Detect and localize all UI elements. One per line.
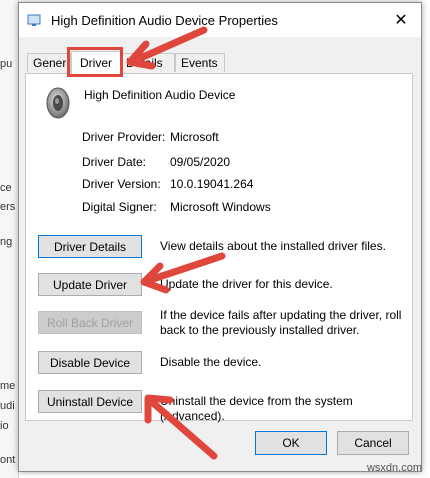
bg-fragment: udi [0,400,15,412]
bg-fragment: me [0,380,16,392]
background-window-edge: pu ce ers ng me udi io ont [0,0,19,478]
digital-signer-label: Digital Signer: [82,200,157,214]
device-name: High Definition Audio Device [84,88,236,102]
driver-details-button[interactable]: Driver Details [38,235,142,258]
driver-date-value: 09/05/2020 [170,155,231,169]
cancel-button[interactable]: Cancel [337,431,409,455]
bg-fragment: ont [0,454,16,466]
digital-signer-value: Microsoft Windows [170,200,271,214]
tab-label: General [33,56,70,70]
bg-fragment: ng [0,236,13,248]
update-driver-description: Update the driver for this device. [160,277,333,291]
close-button[interactable]: ✕ [381,3,421,37]
driver-tab-highlight [67,47,123,77]
ok-button[interactable]: OK [255,431,327,455]
close-icon: ✕ [394,12,408,29]
driver-details-description: View details about the installed driver … [160,239,386,253]
bg-fragment: pu [0,58,13,70]
watermark: wsxdn.com [366,462,422,474]
driver-version-value: 10.0.19041.264 [170,177,254,191]
tab-label: Events [181,56,218,70]
bg-fragment: ers [0,201,16,213]
driver-version-label: Driver Version: [82,177,161,191]
roll-back-driver-description: If the device fails after updating the d… [160,308,402,337]
tab-label: Details [126,56,163,70]
uninstall-device-description: Uninstall the device from the system (Ad… [160,394,353,423]
dialog-title: High Definition Audio Device Properties [51,13,278,28]
roll-back-driver-button: Roll Back Driver [38,311,142,334]
device-manager-icon [27,14,41,26]
speaker-icon [46,87,70,119]
driver-provider-value: Microsoft [170,130,219,144]
update-driver-button[interactable]: Update Driver [38,273,142,296]
driver-tab-page: High Definition Audio Device Driver Prov… [25,73,413,423]
uninstall-device-button[interactable]: Uninstall Device [38,390,142,413]
driver-provider-label: Driver Provider: [82,130,166,144]
title-bar[interactable]: High Definition Audio Device Properties … [19,3,421,37]
bg-fragment: ce [0,182,12,194]
driver-date-label: Driver Date: [82,155,147,169]
tab-details[interactable]: Details [117,53,175,72]
bg-fragment: io [0,420,9,432]
tab-events[interactable]: Events [175,53,225,72]
tab-general[interactable]: General [27,53,71,72]
disable-device-description: Disable the device. [160,355,262,369]
disable-device-button[interactable]: Disable Device [38,351,142,374]
properties-dialog: High Definition Audio Device Properties … [18,2,422,472]
